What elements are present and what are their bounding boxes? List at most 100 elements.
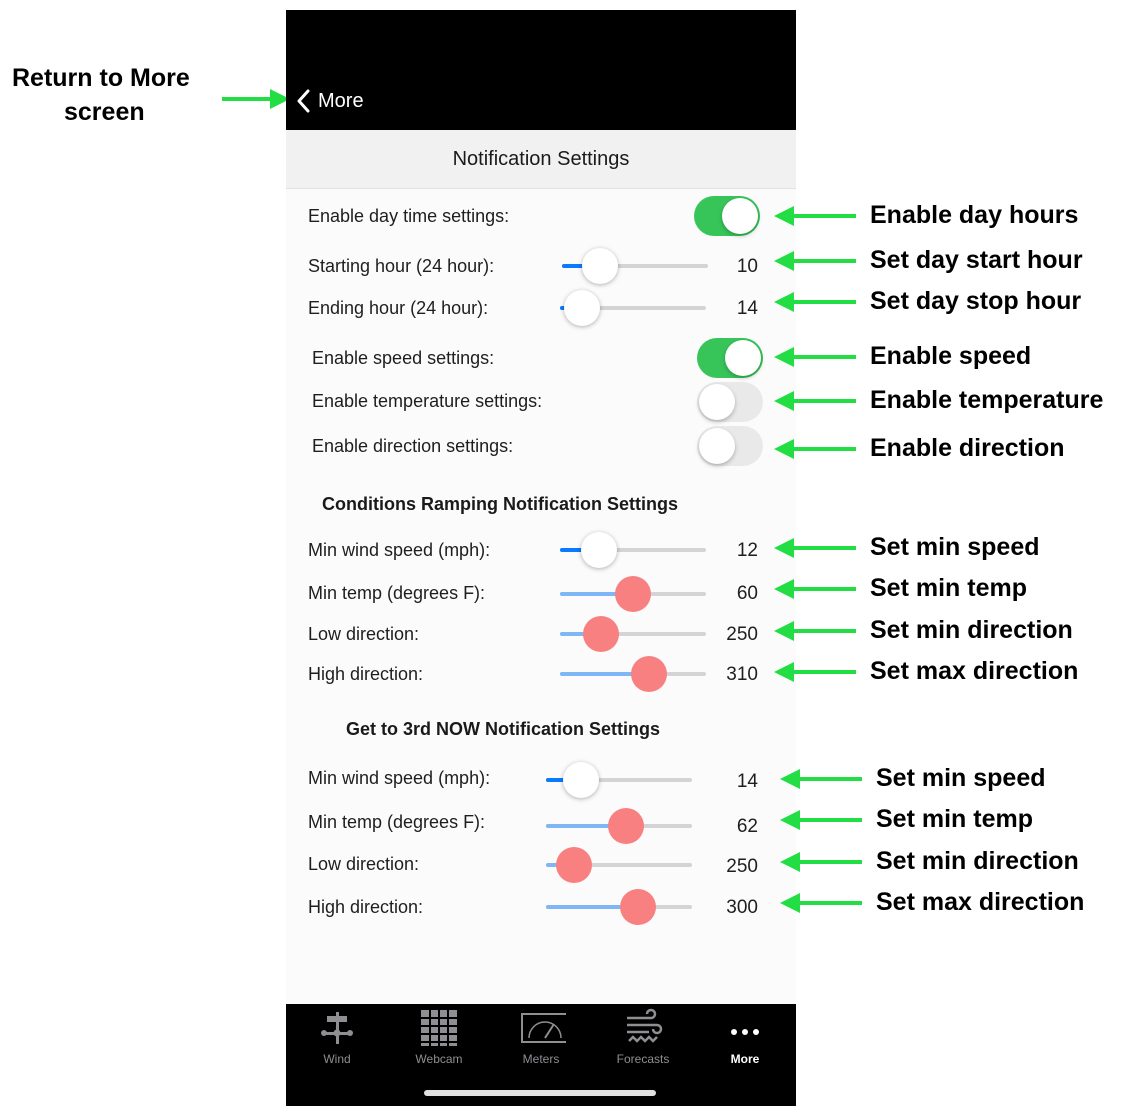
tab-label: Wind [323, 1052, 351, 1066]
annotation-label: Set min temp [876, 805, 1033, 833]
toggle-label-temperature: Enable temperature settings: [312, 391, 543, 411]
tab-bar: Wind Webcam Meters Forecasts More [286, 1004, 796, 1106]
annotation-label: Set day stop hour [870, 287, 1082, 315]
back-button[interactable]: More [296, 86, 364, 116]
toggle-label-day-time: Enable day time settings: [308, 206, 510, 226]
speed-toggle[interactable] [697, 338, 763, 378]
tab-webcam[interactable]: Webcam [388, 1004, 490, 1074]
annotation-arrow [780, 769, 862, 789]
third-high-direction-value: 300 [726, 897, 758, 918]
toggle-knob [699, 428, 735, 464]
toggle-knob [699, 384, 735, 420]
webcam-grid-icon [421, 1010, 457, 1046]
ramping-min-wind-label: Min wind speed (mph): [308, 540, 491, 560]
page-title: Notification Settings [286, 130, 796, 189]
third-high-direction-slider[interactable] [546, 889, 692, 925]
section-title-third-now: Get to 3rd NOW Notification Settings [346, 719, 660, 739]
third-min-wind-value: 14 [736, 771, 758, 792]
toggle-knob [722, 198, 758, 234]
annotation-label: Set max direction [870, 657, 1079, 685]
annotation-arrow [774, 579, 856, 599]
tab-more[interactable]: More [694, 1004, 796, 1074]
annotation-arrow [774, 292, 856, 312]
ramping-min-temp-slider[interactable] [560, 576, 706, 612]
third-low-direction-value: 250 [726, 856, 758, 877]
annotation-label: Enable day hours [870, 201, 1079, 229]
starting-hour-slider[interactable] [562, 248, 708, 284]
ramping-high-direction-slider[interactable] [560, 656, 706, 692]
annotation-label: Set min speed [876, 764, 1046, 792]
annotation-label: Enable direction [870, 434, 1065, 462]
return-annotation-line2: screen [64, 98, 145, 126]
ramping-min-temp-value: 60 [736, 583, 758, 604]
annotation-label: Enable temperature [870, 386, 1104, 414]
tab-label: Webcam [415, 1052, 463, 1066]
ramping-min-wind-slider[interactable] [560, 532, 706, 568]
return-arrow [222, 89, 290, 109]
slider-label-starting-hour: Starting hour (24 hour): [308, 256, 495, 276]
ramping-low-direction-slider[interactable] [560, 616, 706, 652]
slider-thumb[interactable] [563, 290, 600, 326]
ending-hour-value: 14 [736, 298, 758, 319]
weathervane-icon [321, 1012, 353, 1044]
slider-thumb[interactable] [555, 847, 592, 883]
annotation-label: Set min direction [870, 616, 1073, 644]
slider-thumb[interactable] [619, 889, 656, 925]
chevron-left-icon [297, 89, 310, 113]
tab-forecasts[interactable]: Forecasts [592, 1004, 694, 1074]
annotation-arrow [774, 251, 856, 271]
ramping-min-temp-label: Min temp (degrees F): [308, 583, 486, 603]
slider-thumb[interactable] [631, 656, 668, 692]
third-low-direction-label: Low direction: [308, 854, 420, 874]
annotation-arrow [774, 621, 856, 641]
third-min-temp-label: Min temp (degrees F): [308, 812, 486, 832]
slider-thumb[interactable] [563, 762, 600, 798]
navigation-bar: More [286, 10, 796, 130]
wind-waves-icon [627, 1008, 663, 1043]
annotation-arrow [774, 391, 856, 411]
toggle-label-speed: Enable speed settings: [312, 348, 495, 368]
temperature-toggle[interactable] [697, 382, 763, 422]
tab-label: Meters [522, 1052, 560, 1066]
annotation-arrow [774, 439, 856, 459]
third-min-temp-value: 62 [736, 816, 758, 837]
annotation-label: Enable speed [870, 342, 1032, 370]
ramping-low-direction-value: 250 [726, 624, 758, 645]
ramping-high-direction-label: High direction: [308, 664, 424, 684]
day-time-toggle[interactable] [694, 196, 760, 236]
slider-label-ending-hour: Ending hour (24 hour): [308, 298, 489, 318]
toggle-knob [725, 340, 761, 376]
annotation-label: Set max direction [876, 888, 1085, 916]
ramping-high-direction-value: 310 [726, 664, 758, 685]
tab-wind[interactable]: Wind [286, 1004, 388, 1074]
slider-thumb[interactable] [582, 616, 619, 652]
ramping-low-direction-label: Low direction: [308, 624, 420, 644]
third-high-direction-label: High direction: [308, 897, 424, 917]
annotation-arrow [780, 810, 862, 830]
slider-thumb[interactable] [615, 576, 651, 612]
annotation-arrow [780, 893, 862, 913]
return-annotation-line1: Return to More [12, 64, 190, 92]
third-min-wind-slider[interactable] [546, 762, 692, 798]
tab-label: More [730, 1052, 760, 1066]
annotation-label: Set day start hour [870, 246, 1083, 274]
annotation-arrow [774, 206, 856, 226]
direction-toggle[interactable] [697, 426, 763, 466]
third-low-direction-slider[interactable] [546, 847, 692, 883]
tab-meters[interactable]: Meters [490, 1004, 592, 1074]
slider-thumb[interactable] [581, 532, 618, 568]
annotation-label: Set min direction [876, 847, 1079, 875]
annotation-label: Set min speed [870, 533, 1040, 561]
phone-screen: More Notification Settings Enable day ti… [286, 10, 796, 1106]
gauge-meter-icon [521, 1013, 566, 1043]
ending-hour-slider[interactable] [560, 290, 706, 326]
third-min-temp-slider[interactable] [546, 808, 692, 844]
back-label: More [318, 89, 364, 112]
annotation-label: Set min temp [870, 574, 1027, 602]
third-min-wind-label: Min wind speed (mph): [308, 768, 491, 788]
slider-thumb[interactable] [608, 808, 645, 844]
slider-thumb[interactable] [581, 248, 618, 284]
ellipsis-icon [731, 1029, 759, 1035]
ramping-min-wind-value: 12 [736, 540, 758, 561]
home-indicator [424, 1090, 656, 1096]
